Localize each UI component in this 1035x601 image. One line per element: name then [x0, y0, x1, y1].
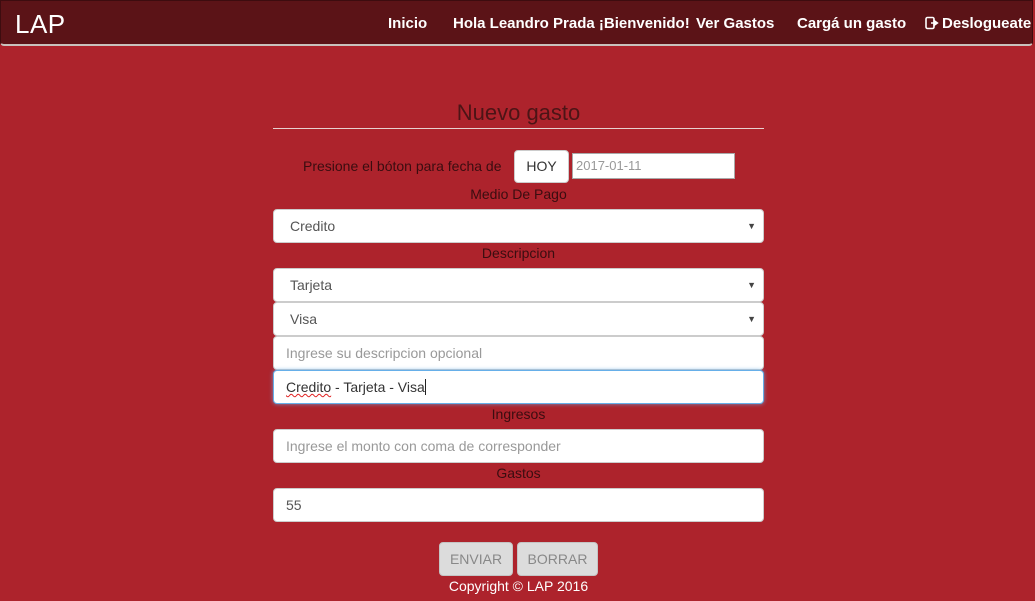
brand-logo[interactable]: LAP — [15, 9, 66, 40]
ingresos-input[interactable]: Ingrese el monto con coma de corresponde… — [273, 429, 764, 463]
descripcion-result-input[interactable]: Credito - Tarjeta - Visa — [273, 370, 764, 404]
descripcion-label: Descripcion — [481, 245, 556, 261]
date-label: Presione el bóton para fecha de — [303, 158, 502, 174]
top-navbar: LAP Inicio Hola Leandro Prada ¡Bienvenid… — [0, 0, 1033, 46]
spellcheck-word: Credito — [286, 379, 332, 395]
enviar-button[interactable]: ENVIAR — [439, 542, 513, 576]
nav-link-carga-gasto[interactable]: Cargá un gasto — [797, 15, 906, 32]
nav-link-logout[interactable]: Deslogueate — [925, 15, 1031, 32]
descripcion-marca-value: Visa — [290, 311, 317, 327]
logout-icon — [925, 16, 939, 30]
descripcion-opcional-input[interactable]: Ingrese su descripcion opcional — [273, 336, 764, 370]
chevron-down-icon: ▼ — [747, 221, 756, 231]
gastos-label: Gastos — [496, 465, 541, 481]
title-divider — [273, 128, 764, 129]
gastos-input[interactable]: 55 — [273, 488, 764, 522]
nav-link-welcome[interactable]: Hola Leandro Prada ¡Bienvenido! — [453, 15, 690, 32]
footer-copyright: Copyright © LAP 2016 — [448, 578, 589, 594]
nav-link-inicio[interactable]: Inicio — [388, 15, 427, 32]
text-cursor — [424, 379, 426, 395]
ingresos-label: Ingresos — [491, 406, 546, 422]
medio-pago-select[interactable]: Credito ▼ — [273, 209, 764, 243]
descripcion-marca-select[interactable]: Visa ▼ — [273, 302, 764, 336]
medio-pago-value: Credito — [290, 218, 336, 234]
nav-link-ver-gastos[interactable]: Ver Gastos — [696, 15, 774, 32]
chevron-down-icon: ▼ — [747, 280, 756, 290]
logout-label: Deslogueate — [942, 15, 1032, 32]
date-input[interactable]: 2017-01-11 — [572, 153, 735, 179]
medio-pago-label: Medio De Pago — [470, 186, 567, 202]
descripcion-result-rest: - Tarjeta - Visa — [331, 379, 425, 395]
descripcion-tipo-select[interactable]: Tarjeta ▼ — [273, 268, 764, 302]
borrar-button[interactable]: BORRAR — [517, 542, 598, 576]
chevron-down-icon: ▼ — [747, 314, 756, 324]
descripcion-tipo-value: Tarjeta — [290, 277, 333, 293]
form-title: Nuevo gasto — [456, 100, 581, 125]
hoy-button[interactable]: HOY — [514, 150, 569, 183]
